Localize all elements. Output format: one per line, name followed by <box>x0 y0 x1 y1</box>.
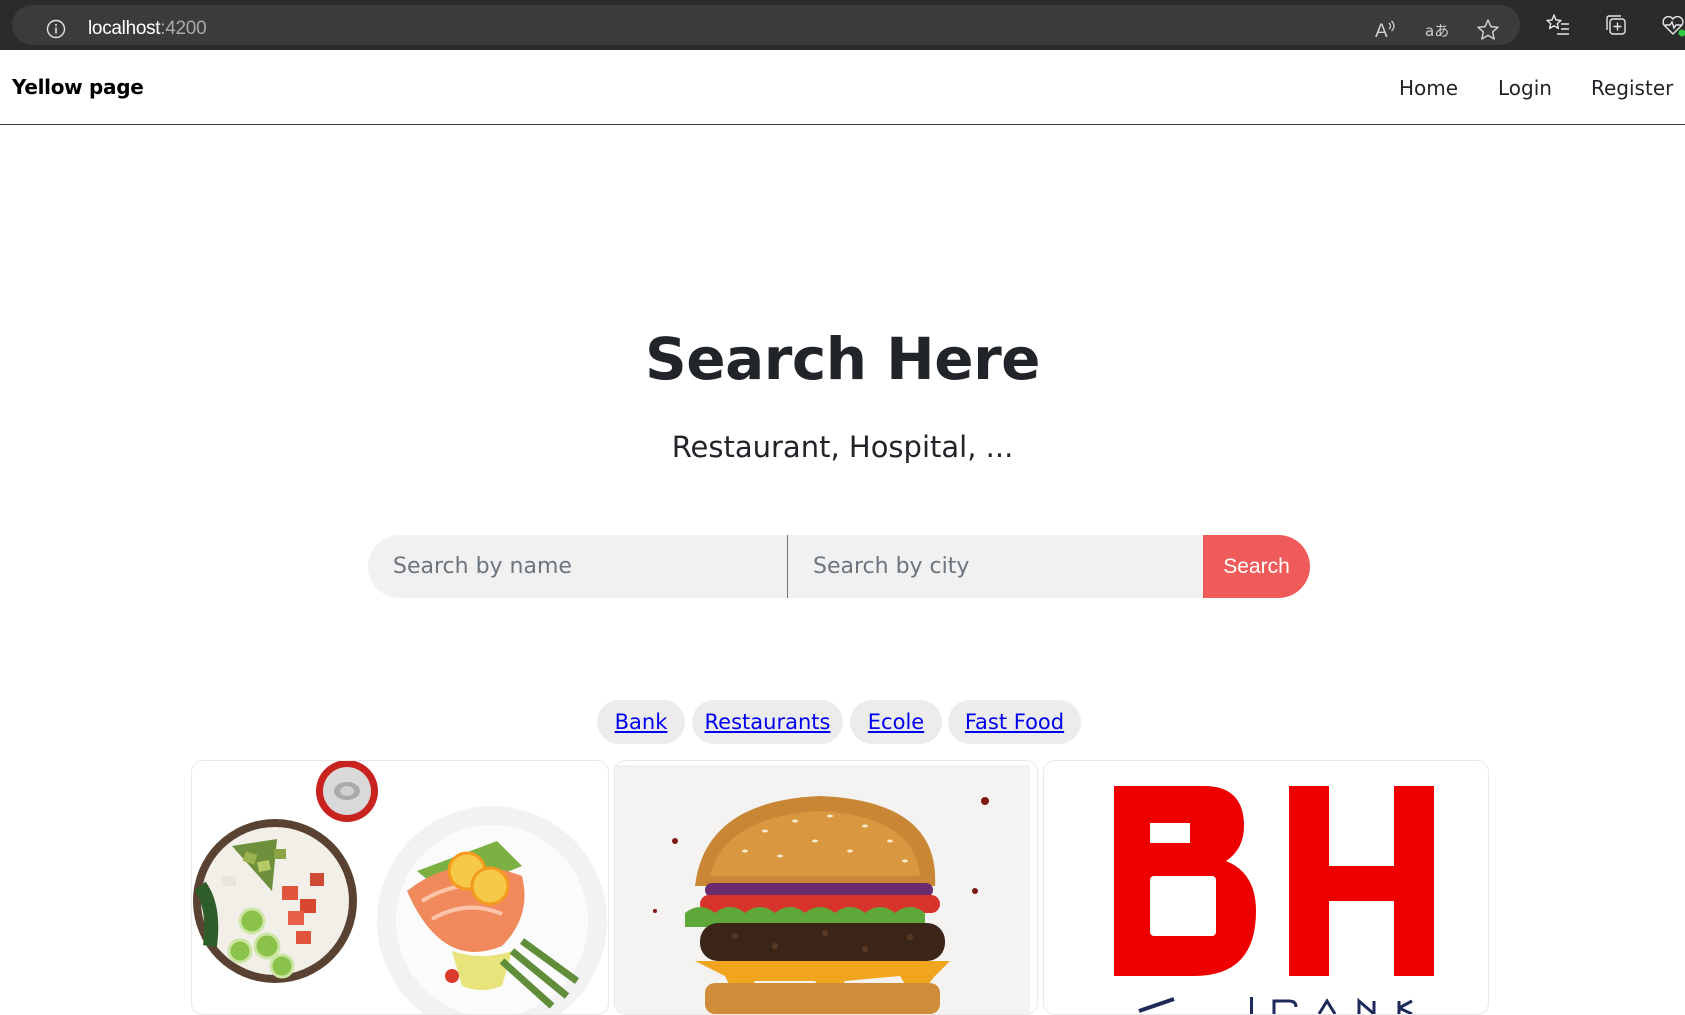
app-navbar: Yellow page Home Login Register <box>0 50 1685 125</box>
address-bar[interactable]: localhost:4200 A aあ <box>12 5 1520 45</box>
info-icon[interactable] <box>46 19 66 39</box>
category-chip-ecole: Ecole <box>850 700 942 744</box>
search-button[interactable]: Search <box>1203 535 1310 598</box>
nav-login-link[interactable]: Login <box>1498 76 1552 100</box>
browser-essentials-icon[interactable] <box>1660 12 1685 38</box>
category-chip-fast-food: Fast Food <box>948 700 1081 744</box>
category-chip-bank: Bank <box>597 700 685 744</box>
nav-home-link[interactable]: Home <box>1399 76 1458 100</box>
hero-subtitle: Restaurant, Hospital, ... <box>0 430 1685 464</box>
category-link-fast-food[interactable]: Fast Food <box>965 710 1064 734</box>
category-link-restaurants[interactable]: Restaurants <box>705 710 831 734</box>
url-text[interactable]: localhost:4200 <box>88 18 206 40</box>
url-port: :4200 <box>160 18 206 39</box>
translate-icon[interactable]: aあ <box>1424 17 1450 43</box>
bh-bank-logo-image <box>1044 761 1488 1014</box>
collections-icon[interactable] <box>1603 12 1629 38</box>
business-card-restaurant[interactable] <box>191 760 609 1015</box>
business-card-bank[interactable] <box>1043 760 1489 1015</box>
search-form: Search <box>368 535 1310 598</box>
search-name-input[interactable] <box>368 535 787 598</box>
category-link-bank[interactable]: Bank <box>615 710 668 734</box>
hero-title: Search Here <box>0 325 1685 393</box>
favorite-star-icon[interactable] <box>1475 17 1501 43</box>
healthy-food-image <box>192 761 608 1014</box>
svg-text:aあ: aあ <box>1425 22 1449 40</box>
search-city-input[interactable] <box>787 535 1203 598</box>
favorites-list-icon[interactable] <box>1545 12 1571 38</box>
category-link-ecole[interactable]: Ecole <box>868 710 924 734</box>
burger-image <box>615 761 1037 1014</box>
svg-text:A: A <box>1375 21 1388 42</box>
browser-toolbar: localhost:4200 A aあ <box>0 0 1685 50</box>
nav-register-link[interactable]: Register <box>1591 76 1673 100</box>
read-aloud-icon[interactable]: A <box>1372 17 1398 43</box>
category-chip-restaurants: Restaurants <box>692 700 843 744</box>
business-card-fast-food[interactable] <box>614 760 1038 1015</box>
url-host: localhost <box>88 18 160 39</box>
brand-logo-text[interactable]: Yellow page <box>12 75 144 99</box>
